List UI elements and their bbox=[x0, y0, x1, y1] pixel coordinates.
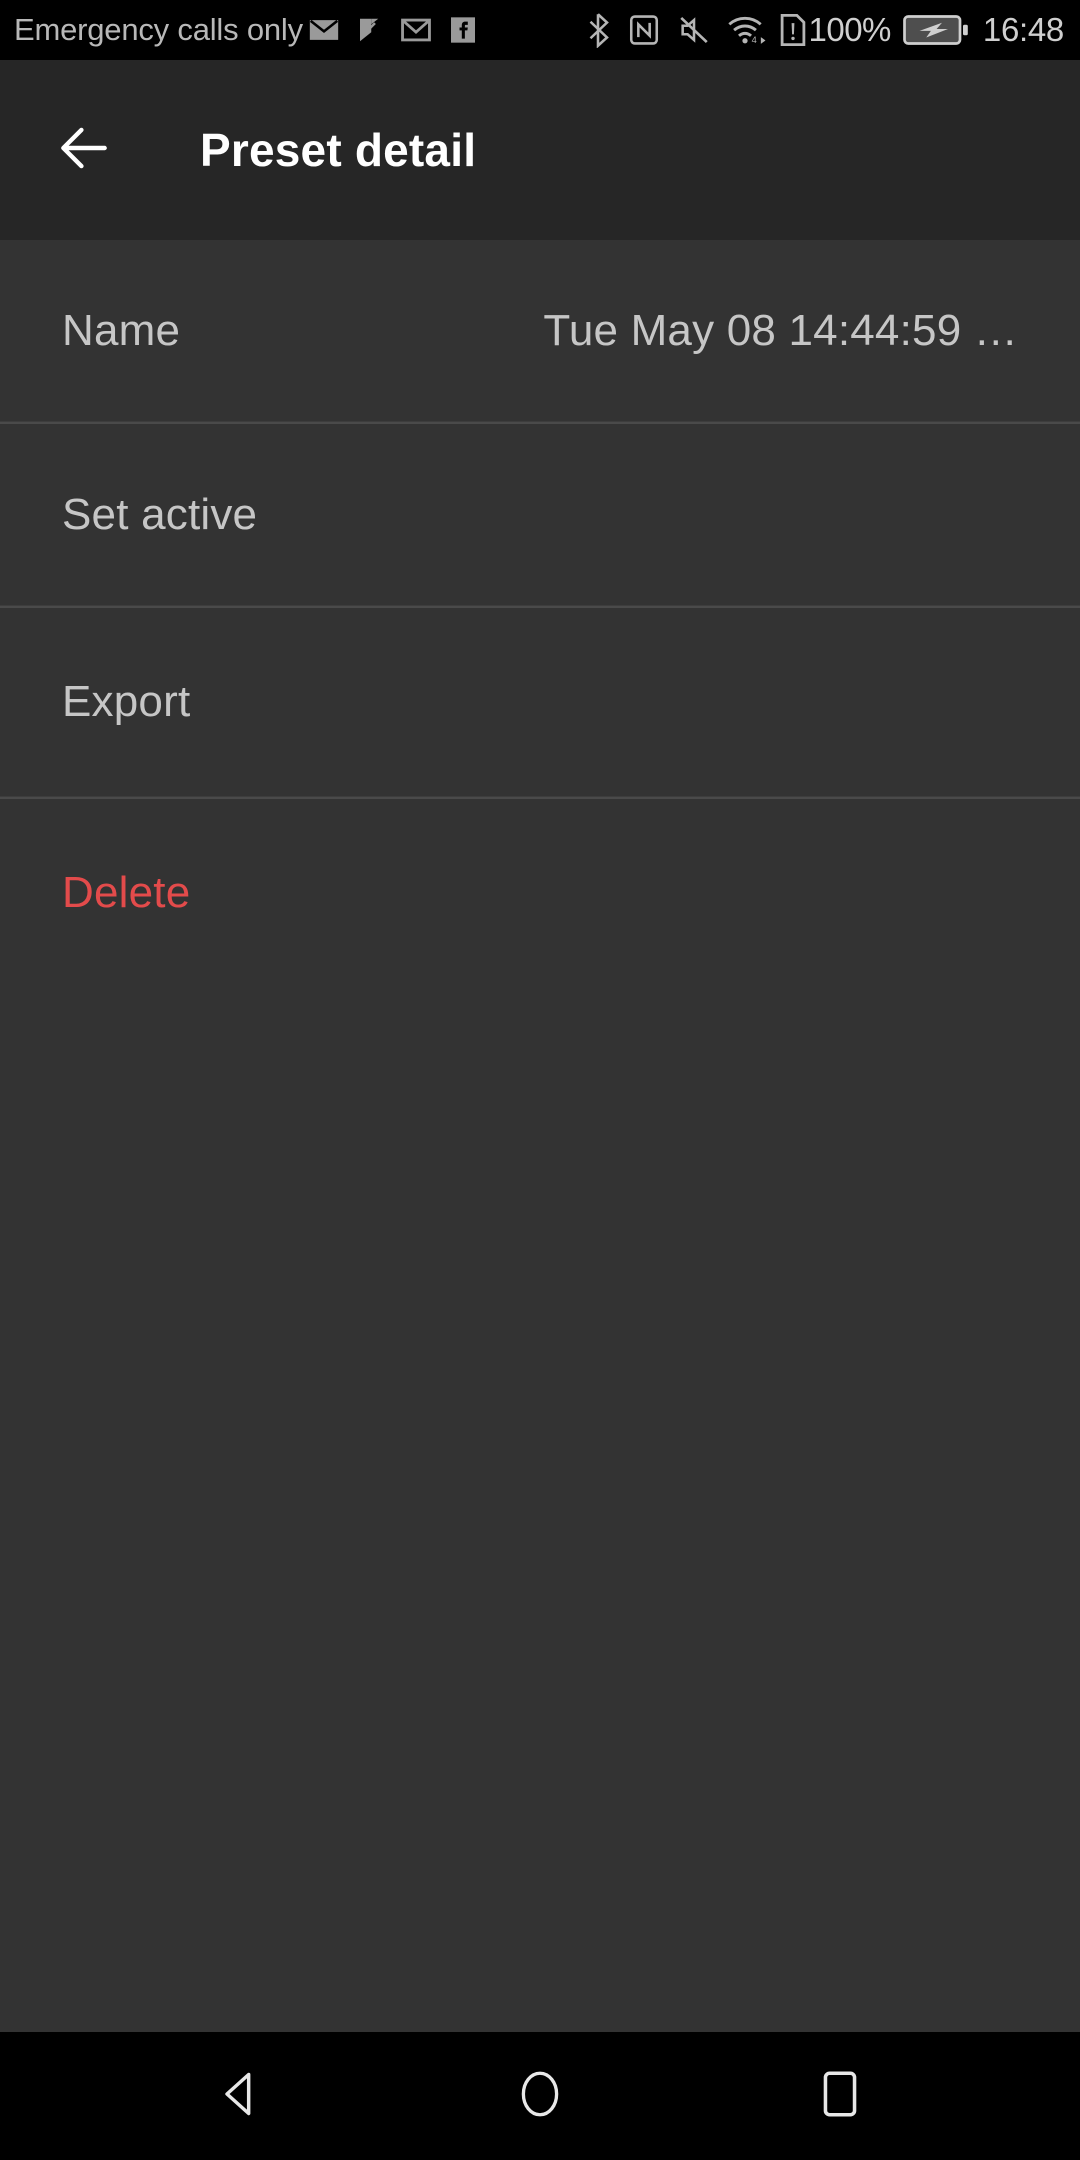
status-bar-right: 4 100% 16:48 bbox=[585, 11, 1064, 49]
preset-detail-list: Name Tue May 08 14:44:59 … Set active Ex… bbox=[0, 240, 1080, 2032]
status-bar: Emergency calls only 4 100% 16:48 bbox=[0, 0, 1080, 60]
nav-recents-button[interactable] bbox=[750, 2032, 930, 2160]
recents-square-icon bbox=[818, 2067, 862, 2126]
svg-text:4: 4 bbox=[751, 35, 756, 45]
arrow-back-icon bbox=[53, 117, 115, 184]
list-item-delete[interactable]: Delete bbox=[0, 799, 1080, 987]
nfc-icon bbox=[627, 12, 661, 48]
email-icon bbox=[307, 13, 341, 47]
facebook-icon bbox=[447, 13, 479, 47]
export-label: Export bbox=[62, 677, 191, 726]
page-title: Preset detail bbox=[200, 124, 477, 176]
back-button[interactable] bbox=[36, 102, 132, 198]
list-item-set-active[interactable]: Set active bbox=[0, 424, 1080, 605]
gmail-icon bbox=[399, 13, 433, 47]
bluetooth-icon bbox=[585, 12, 611, 48]
back-triangle-icon bbox=[214, 2068, 266, 2125]
battery-percent-label: 100% bbox=[808, 11, 892, 48]
wifi-icon: 4 bbox=[727, 12, 767, 48]
carrier-label: Emergency calls only bbox=[14, 12, 303, 47]
nav-home-button[interactable] bbox=[450, 2032, 630, 2160]
battery-charging-icon bbox=[903, 13, 969, 47]
name-label: Name bbox=[62, 305, 181, 355]
status-bar-clock: 16:48 bbox=[982, 11, 1064, 48]
system-navigation-bar bbox=[0, 2032, 1080, 2160]
home-circle-icon bbox=[515, 2067, 565, 2126]
name-value: Tue May 08 14:44:59 … bbox=[543, 305, 1018, 355]
list-item-export[interactable]: Export bbox=[0, 608, 1080, 796]
phone-screen: Emergency calls only 4 100% 16:48 Preset… bbox=[0, 0, 1080, 2160]
set-active-label: Set active bbox=[62, 489, 258, 539]
status-bar-left: Emergency calls only bbox=[14, 12, 585, 48]
nav-back-button[interactable] bbox=[150, 2032, 330, 2160]
mail-check-icon bbox=[355, 13, 385, 47]
volume-mute-icon bbox=[677, 12, 711, 48]
app-toolbar: Preset detail bbox=[0, 60, 1080, 240]
delete-label: Delete bbox=[62, 868, 191, 917]
list-item-name[interactable]: Name Tue May 08 14:44:59 … bbox=[0, 240, 1080, 421]
sim-alert-icon bbox=[779, 11, 807, 49]
